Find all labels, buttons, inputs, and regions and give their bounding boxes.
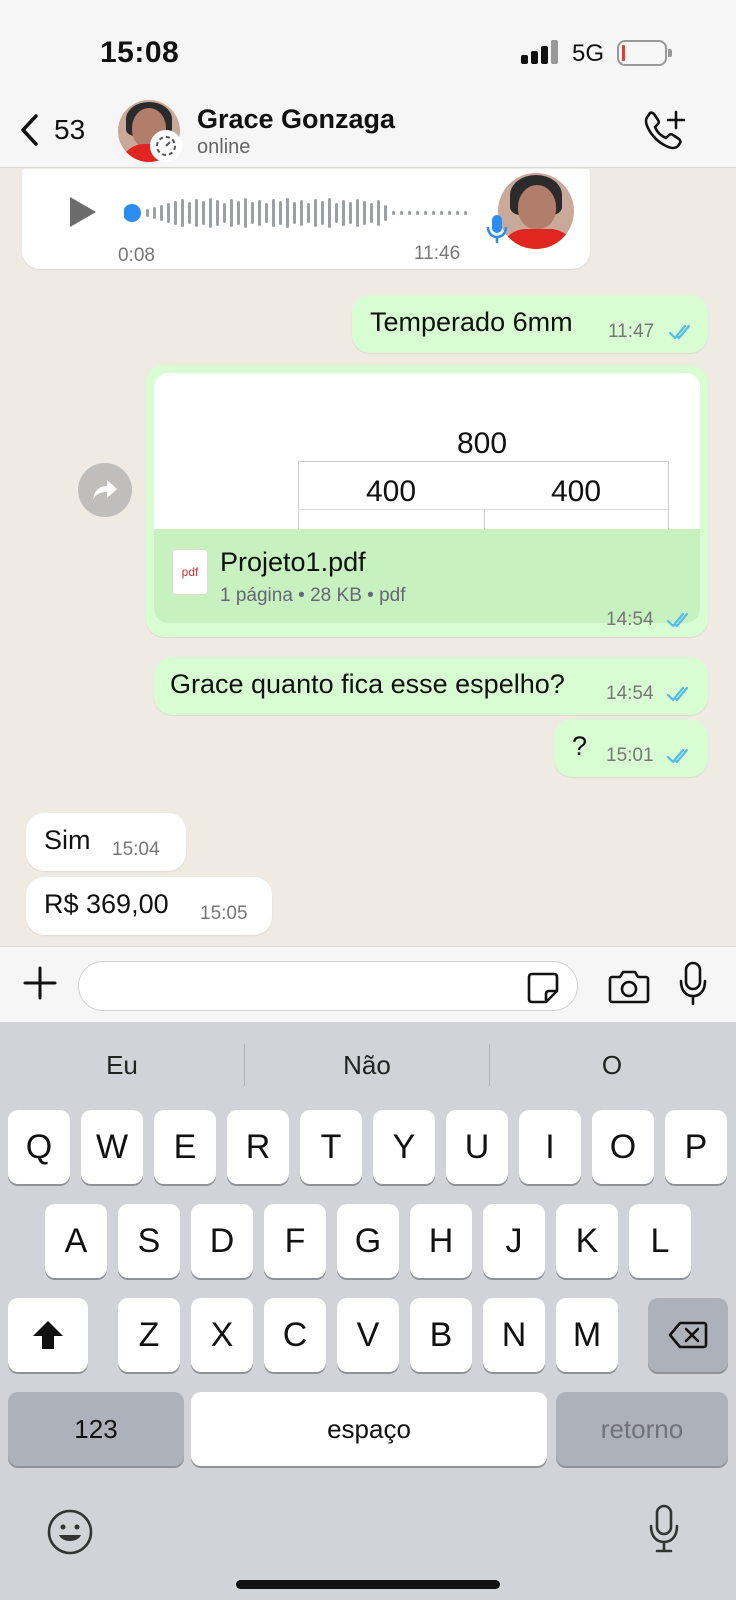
message-outgoing: ? 15:01 bbox=[554, 719, 708, 777]
message-text: R$ 369,00 bbox=[44, 889, 169, 919]
voice-waveform[interactable] bbox=[124, 197, 474, 229]
message-text: Grace quanto fica esse espelho? bbox=[170, 669, 565, 699]
message-outgoing: Temperado 6mm 11:47 bbox=[352, 295, 708, 353]
key-g[interactable]: G bbox=[337, 1204, 399, 1278]
read-receipt-icon bbox=[666, 686, 689, 702]
key-w[interactable]: W bbox=[81, 1110, 143, 1184]
preview-dimension-left: 400 bbox=[365, 475, 417, 508]
key-z[interactable]: Z bbox=[118, 1298, 180, 1372]
message-time: 15:04 bbox=[112, 839, 160, 860]
preview-dimension-right: 400 bbox=[550, 475, 602, 508]
preview-dimension-top: 800 bbox=[456, 427, 508, 460]
key-l[interactable]: L bbox=[629, 1204, 691, 1278]
status-bar: 15:08 5G bbox=[0, 0, 736, 100]
key-v[interactable]: V bbox=[337, 1298, 399, 1372]
suggestion-2[interactable]: Não bbox=[245, 1050, 489, 1081]
key-f[interactable]: F bbox=[264, 1204, 326, 1278]
suggestion-3[interactable]: O bbox=[490, 1050, 734, 1081]
message-time: 15:05 bbox=[200, 903, 248, 924]
space-key[interactable]: espaço bbox=[191, 1392, 547, 1466]
sticker-icon[interactable] bbox=[526, 971, 560, 1005]
mic-icon bbox=[486, 215, 508, 243]
forward-button[interactable] bbox=[78, 463, 132, 517]
pdf-file-icon: pdf bbox=[172, 549, 208, 595]
key-c[interactable]: C bbox=[264, 1298, 326, 1372]
pdf-preview[interactable]: 800 400 400 bbox=[154, 373, 700, 529]
key-d[interactable]: D bbox=[191, 1204, 253, 1278]
read-receipt-icon bbox=[666, 612, 689, 628]
key-b[interactable]: B bbox=[410, 1298, 472, 1372]
key-t[interactable]: T bbox=[300, 1110, 362, 1184]
key-q[interactable]: Q bbox=[8, 1110, 70, 1184]
key-y[interactable]: Y bbox=[373, 1110, 435, 1184]
voice-message: 0:08 11:46 bbox=[22, 169, 590, 269]
pdf-file-name: Projeto1.pdf bbox=[220, 547, 366, 577]
backspace-key[interactable] bbox=[648, 1298, 728, 1372]
shift-key[interactable] bbox=[8, 1298, 88, 1372]
key-j[interactable]: J bbox=[483, 1204, 545, 1278]
key-e[interactable]: E bbox=[154, 1110, 216, 1184]
chevron-left-icon bbox=[21, 114, 38, 146]
message-time: 15:01 bbox=[606, 745, 654, 766]
network-type: 5G bbox=[572, 40, 605, 67]
keyboard: Eu Não O Q W E R T Y U I O P A S D F G H… bbox=[0, 1022, 736, 1600]
play-icon[interactable] bbox=[64, 195, 98, 229]
key-p[interactable]: P bbox=[665, 1110, 727, 1184]
key-o[interactable]: O bbox=[592, 1110, 654, 1184]
plus-icon[interactable] bbox=[22, 965, 58, 1001]
key-k[interactable]: K bbox=[556, 1204, 618, 1278]
message-input-bar bbox=[0, 946, 736, 1022]
key-a[interactable]: A bbox=[45, 1204, 107, 1278]
key-n[interactable]: N bbox=[483, 1298, 545, 1372]
numbers-key[interactable]: 123 bbox=[8, 1392, 184, 1466]
key-x[interactable]: X bbox=[191, 1298, 253, 1372]
return-key[interactable]: retorno bbox=[556, 1392, 728, 1466]
message-input[interactable] bbox=[78, 961, 578, 1011]
key-i[interactable]: I bbox=[519, 1110, 581, 1184]
chat-header: 53 Grace Gonzaga online bbox=[0, 100, 736, 168]
message-text: Sim bbox=[44, 825, 91, 855]
message-incoming: Sim 15:04 bbox=[26, 813, 186, 871]
contact-status: online bbox=[197, 136, 251, 158]
emoji-icon[interactable] bbox=[46, 1508, 94, 1556]
back-button[interactable]: 53 bbox=[18, 108, 85, 152]
microphone-icon[interactable] bbox=[678, 961, 708, 1007]
key-m[interactable]: M bbox=[556, 1298, 618, 1372]
message-text: Temperado 6mm bbox=[370, 307, 573, 337]
suggestion-1[interactable]: Eu bbox=[0, 1050, 244, 1081]
message-time: 11:47 bbox=[608, 321, 655, 342]
pdf-message[interactable]: 800 400 400 pdf Projeto1.pdf 1 página • … bbox=[146, 365, 708, 637]
forward-icon bbox=[93, 480, 117, 500]
key-r[interactable]: R bbox=[227, 1110, 289, 1184]
message-text: ? bbox=[572, 731, 588, 761]
message-time: 14:54 bbox=[606, 609, 654, 630]
read-receipt-icon bbox=[666, 748, 689, 764]
unread-count: 53 bbox=[54, 114, 86, 145]
add-call-icon[interactable] bbox=[640, 108, 688, 154]
contact-name[interactable]: Grace Gonzaga bbox=[197, 104, 395, 135]
backspace-icon bbox=[668, 1321, 708, 1349]
key-u[interactable]: U bbox=[446, 1110, 508, 1184]
shift-icon bbox=[33, 1321, 63, 1349]
message-outgoing: Grace quanto fica esse espelho? 14:54 bbox=[154, 657, 708, 715]
read-receipt-icon bbox=[668, 324, 691, 340]
key-s[interactable]: S bbox=[118, 1204, 180, 1278]
message-time: 14:54 bbox=[606, 683, 654, 704]
status-time: 15:08 bbox=[100, 36, 180, 69]
status-update-icon bbox=[150, 130, 182, 162]
home-indicator bbox=[236, 1580, 500, 1589]
dictation-icon[interactable] bbox=[648, 1504, 680, 1554]
voice-duration: 0:08 bbox=[118, 245, 155, 266]
battery-icon bbox=[617, 40, 672, 66]
chat-area[interactable]: 0:08 11:46 Temperado 6mm 11:47 800 400 4… bbox=[0, 169, 736, 946]
camera-icon[interactable] bbox=[608, 967, 650, 1005]
signal-icon bbox=[521, 40, 559, 64]
message-incoming: R$ 369,00 15:05 bbox=[26, 877, 272, 935]
key-h[interactable]: H bbox=[410, 1204, 472, 1278]
pdf-file-meta: 1 página • 28 KB • pdf bbox=[220, 585, 406, 606]
sender-avatar bbox=[498, 173, 574, 249]
message-time: 11:46 bbox=[414, 243, 461, 264]
